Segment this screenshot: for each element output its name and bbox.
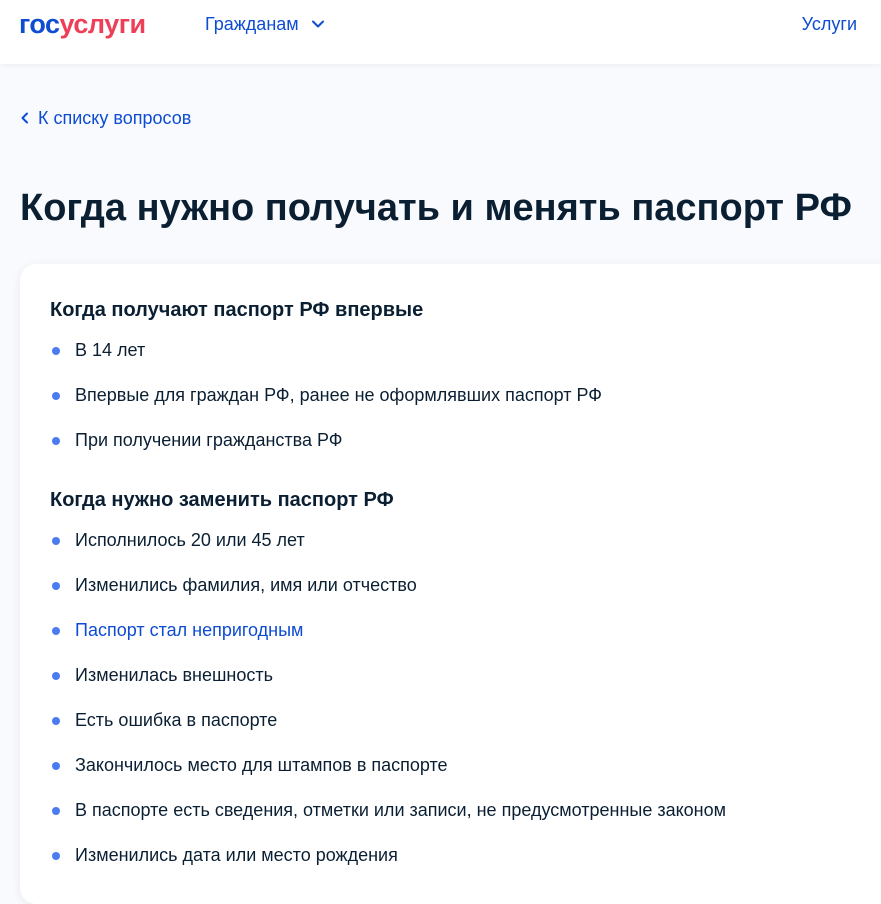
- list-item-text: При получении гражданства РФ: [75, 430, 343, 450]
- nav-services-link[interactable]: Услуги: [802, 12, 857, 36]
- bullet-icon: [52, 392, 60, 400]
- bullet-icon: [52, 582, 60, 590]
- list-replace-passport: Исполнилось 20 или 45 лет Изменились фам…: [50, 528, 726, 888]
- list-item: Паспорт стал непригодным: [50, 618, 726, 663]
- page-title: Когда нужно получать и менять паспорт РФ: [20, 187, 852, 229]
- nav-citizens-dropdown[interactable]: Гражданам: [205, 12, 325, 36]
- list-item-text: В 14 лет: [75, 340, 146, 360]
- list-item-text: В паспорте есть сведения, отметки или за…: [75, 800, 727, 820]
- list-item: Изменилась внешность: [50, 663, 726, 708]
- list-item-text: Изменились дата или место рождения: [75, 845, 398, 865]
- list-item-text: Закончилось место для штампов в паспорте: [75, 755, 448, 775]
- list-item: В 14 лет: [50, 338, 602, 383]
- bullet-icon: [52, 717, 60, 725]
- unusable-passport-link[interactable]: Паспорт стал непригодным: [75, 620, 303, 640]
- list-item: Есть ошибка в паспорте: [50, 708, 726, 753]
- list-item-text: Изменились фамилия, имя или отчество: [75, 575, 417, 595]
- section-title-replace-passport: Когда нужно заменить паспорт РФ: [50, 489, 394, 511]
- site-header: госуслуги Гражданам Услуги: [0, 0, 881, 64]
- section-title-first-passport: Когда получают паспорт РФ впервые: [50, 299, 424, 321]
- bullet-icon: [52, 437, 60, 445]
- gosuslugi-logo[interactable]: госуслуги: [19, 8, 146, 40]
- list-item-text: Изменилась внешность: [75, 665, 273, 685]
- bullet-icon: [52, 762, 60, 770]
- chevron-left-icon: [21, 112, 28, 124]
- list-item: В паспорте есть сведения, отметки или за…: [50, 798, 726, 843]
- bullet-icon: [52, 627, 60, 635]
- list-item-text: Есть ошибка в паспорте: [75, 710, 278, 730]
- bullet-icon: [52, 807, 60, 815]
- list-item: При получении гражданства РФ: [50, 428, 602, 473]
- chevron-down-icon: [311, 20, 324, 28]
- nav-citizens-label: Гражданам: [205, 14, 299, 34]
- list-item: Впервые для граждан РФ, ранее не оформля…: [50, 383, 602, 428]
- bullet-icon: [52, 537, 60, 545]
- back-to-questions-link[interactable]: К списку вопросов: [20, 106, 191, 130]
- logo-part-gos: гос: [19, 9, 60, 39]
- bullet-icon: [52, 852, 60, 860]
- list-item: Изменились дата или место рождения: [50, 843, 726, 888]
- list-item-text: Исполнилось 20 или 45 лет: [75, 530, 305, 550]
- logo-part-uslugi: услуги: [59, 9, 147, 39]
- bullet-icon: [52, 347, 60, 355]
- list-item-text: Впервые для граждан РФ, ранее не оформля…: [75, 385, 602, 405]
- back-link-label: К списку вопросов: [38, 108, 192, 128]
- bullet-icon: [52, 672, 60, 680]
- content-card: Когда получают паспорт РФ впервые В 14 л…: [20, 264, 881, 904]
- list-item: Исполнилось 20 или 45 лет: [50, 528, 726, 573]
- list-item: Изменились фамилия, имя или отчество: [50, 573, 726, 618]
- list-item: Закончилось место для штампов в паспорте: [50, 753, 726, 798]
- list-first-passport: В 14 лет Впервые для граждан РФ, ранее н…: [50, 338, 602, 473]
